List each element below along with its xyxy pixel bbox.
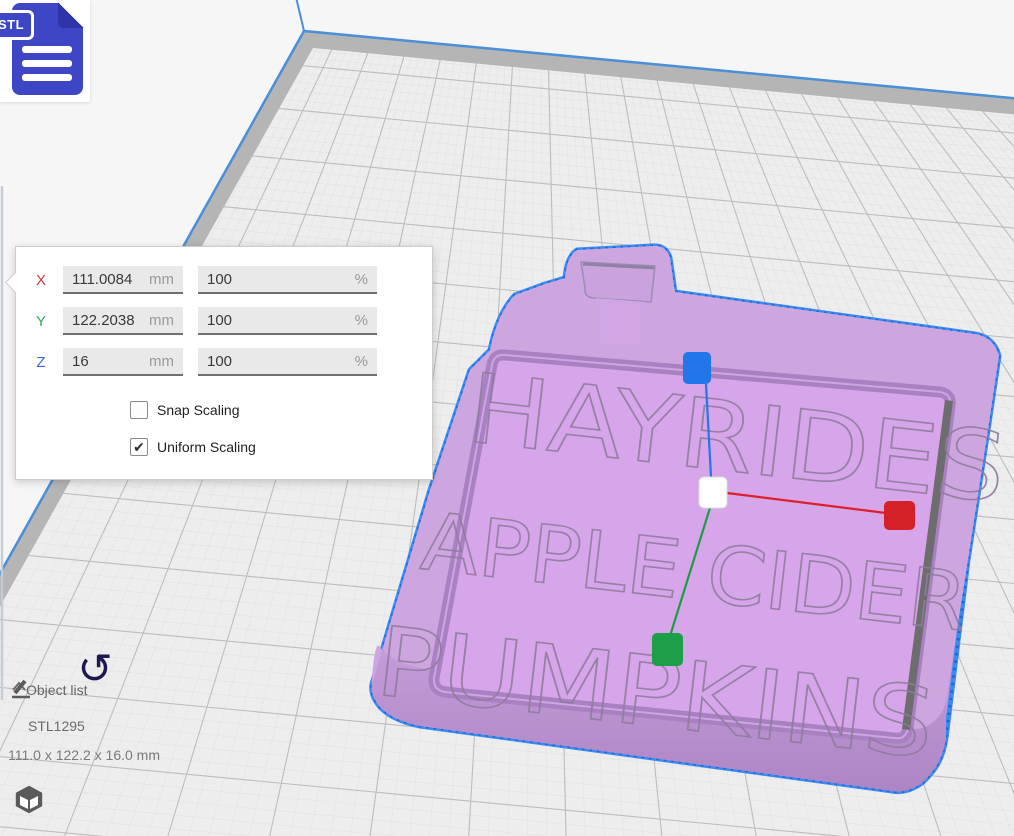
folded-corner-icon — [58, 2, 84, 28]
z-size-input[interactable]: 16 mm — [63, 348, 183, 376]
x-size-value[interactable]: 111.0084 — [72, 271, 132, 288]
view-top-button[interactable] — [92, 784, 122, 820]
z-percent-value[interactable]: 100 — [207, 353, 232, 370]
stl-file-card[interactable]: STL — [0, 0, 90, 102]
view-front-button[interactable] — [53, 784, 83, 820]
x-percent-input[interactable]: 100 % — [198, 266, 377, 294]
scale-handle-x[interactable] — [884, 501, 915, 530]
scale-row-z: Z 16 mm 100 % — [16, 347, 432, 377]
snap-scaling-option[interactable]: Snap Scaling — [130, 400, 240, 420]
x-percent-unit: % — [355, 271, 368, 288]
y-percent-unit: % — [355, 312, 368, 329]
3d-viewport[interactable]: HAYRIDES APPLE CIDER PUMPKINS STL — [0, 0, 1014, 836]
tab-slot-channel — [596, 298, 646, 346]
object-dimensions: 111.0 x 122.2 x 16.0 mm — [8, 747, 160, 763]
z-percent-unit: % — [355, 353, 368, 370]
x-size-input[interactable]: 111.0084 mm — [63, 266, 183, 294]
axis-label-x: X — [30, 272, 52, 289]
view-right-button[interactable] — [170, 784, 200, 820]
object-name[interactable]: STL1295 — [28, 718, 85, 734]
y-size-unit: mm — [149, 312, 174, 329]
view-left-button[interactable] — [131, 784, 161, 820]
z-size-value[interactable]: 16 — [72, 353, 89, 370]
snap-scaling-label: Snap Scaling — [157, 402, 240, 418]
y-size-value[interactable]: 122.2038 — [72, 312, 135, 329]
scale-row-x: X 111.0084 mm 100 % — [16, 265, 432, 295]
object-list-item[interactable]: STL1295 — [8, 714, 160, 738]
uniform-scaling-label: Uniform Scaling — [157, 439, 256, 455]
snap-scaling-checkbox[interactable] — [130, 401, 148, 419]
pencil-icon — [8, 678, 34, 700]
y-percent-input[interactable]: 100 % — [198, 307, 377, 335]
scale-handle-y[interactable] — [652, 633, 683, 666]
object-list-panel: Object list STL1295 111.0 x 122.2 x 16.0… — [8, 678, 160, 763]
cube-open-top-icon — [14, 784, 44, 814]
build-volume-corner-edge — [296, 0, 304, 31]
y-size-input[interactable]: 122.2038 mm — [63, 307, 183, 335]
uniform-scaling-checkbox[interactable]: ✔ — [130, 438, 148, 456]
scale-handle-center[interactable] — [699, 477, 727, 508]
object-list-title[interactable]: Object list — [26, 682, 87, 698]
scale-handle-z[interactable] — [683, 352, 711, 384]
x-percent-value[interactable]: 100 — [207, 271, 232, 288]
scale-row-y: Y 122.2038 mm 100 % — [16, 306, 432, 336]
uniform-scaling-option[interactable]: ✔ Uniform Scaling — [130, 437, 256, 457]
z-percent-input[interactable]: 100 % — [198, 348, 377, 376]
axis-label-z: Z — [30, 354, 52, 371]
scale-tool-panel: X 111.0084 mm 100 % Y 122.2038 mm 100 % … — [15, 246, 433, 480]
camera-view-toolbar — [14, 784, 200, 820]
x-size-unit: mm — [149, 271, 174, 288]
z-size-unit: mm — [149, 353, 174, 370]
y-percent-value[interactable]: 100 — [207, 312, 232, 329]
axis-label-y: Y — [30, 313, 52, 330]
stl-badge: STL — [0, 10, 34, 40]
